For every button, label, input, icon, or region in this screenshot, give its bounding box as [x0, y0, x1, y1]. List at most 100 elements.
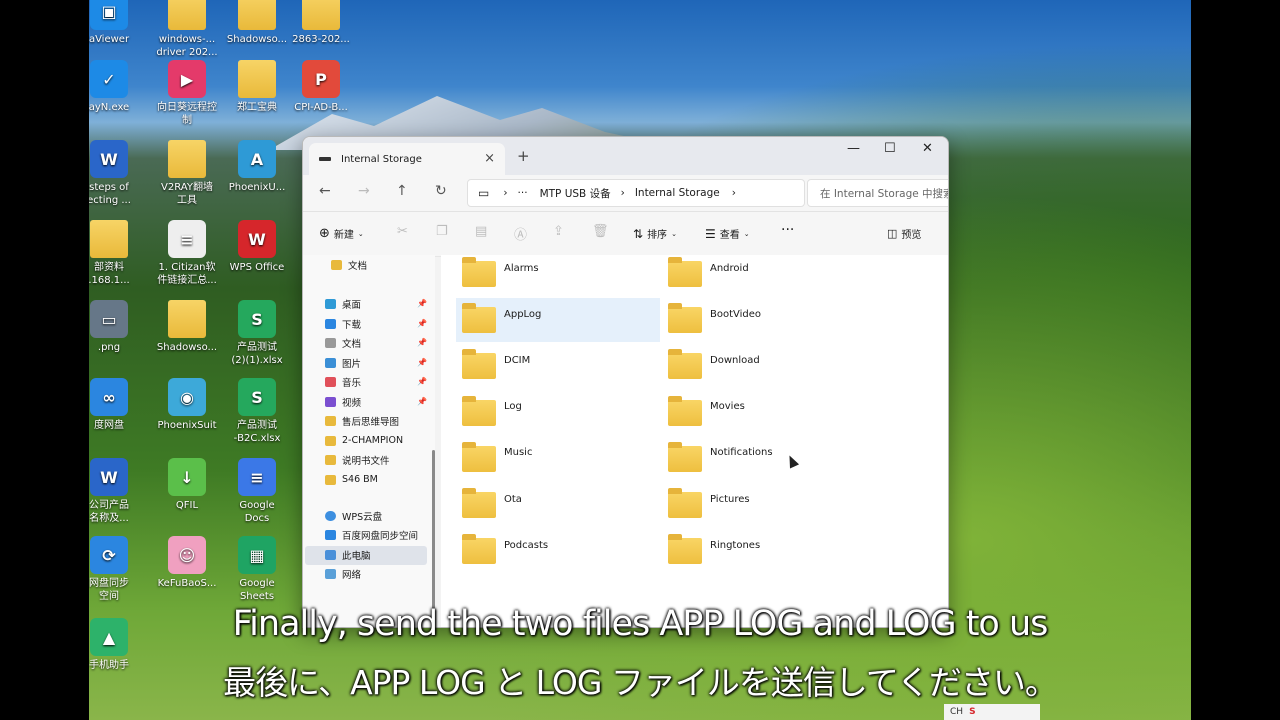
wps-tray-icon[interactable]: S [969, 707, 975, 717]
back-button[interactable]: ← [319, 183, 331, 199]
folder-item[interactable]: Notifications [662, 437, 866, 481]
tab-close-icon[interactable]: × [484, 151, 495, 166]
address-bar[interactable]: ▭ › ··· MTP USB 设备 › Internal Storage › [467, 179, 805, 207]
folder-name: Alarms [504, 262, 539, 274]
desktop-icon[interactable]: S 产品测试 (2)(1).xlsx [219, 300, 295, 367]
desktop-icon[interactable]: ▣ aViewer [89, 0, 147, 46]
sidebar-item-quick[interactable]: 桌面 [325, 295, 361, 313]
forward-button[interactable]: → [358, 183, 370, 199]
sidebar-item-folder[interactable]: 售后思维导图 [325, 412, 399, 430]
maximize-button[interactable]: ☐ [884, 141, 896, 156]
view-button[interactable]: ☰ 查看 ⌄ [705, 226, 750, 242]
folder-item[interactable]: Podcasts [456, 529, 660, 573]
folder-item[interactable]: BootVideo [662, 298, 866, 342]
desktop-icon[interactable]: Wsteps of ecting ... [89, 140, 147, 207]
desktop-icon[interactable]: W WPS Office [219, 220, 295, 274]
desktop-icon[interactable]: ▦ Google Sheets [219, 536, 295, 603]
desktop-icon[interactable]: Shadowso... [149, 300, 225, 354]
breadcrumb-mtp[interactable]: MTP USB 设备 [540, 186, 611, 201]
folder-item[interactable]: Ringtones [662, 529, 866, 573]
folder-item[interactable]: Alarms [456, 252, 660, 296]
folder-item[interactable]: DCIM [456, 344, 660, 388]
search-input[interactable]: 在 Internal Storage 中搜索 [807, 179, 948, 207]
desktop-icon[interactable]: ✓ ayN.exe [89, 60, 147, 114]
new-button[interactable]: ⊕ 新建 ⌄ [319, 226, 364, 241]
folder-icon [168, 0, 206, 30]
desktop-icon[interactable]: P CPI-AD-B... [283, 60, 359, 114]
desktop-icon[interactable]: ↓ QFIL [149, 458, 225, 512]
app-icon: P [302, 60, 340, 98]
close-button[interactable]: ✕ [922, 141, 933, 156]
sidebar-item-folder[interactable]: S46 BM [325, 471, 378, 489]
app-icon: ∞ [90, 378, 128, 416]
sort-button[interactable]: ⇅ 排序 ⌄ [633, 226, 677, 242]
sidebar-item-folder[interactable]: 2-CHAMPION [325, 432, 403, 450]
sidebar-item-this-pc[interactable]: 此电脑 [325, 546, 371, 564]
sidebar-item-quick[interactable]: 视频 [325, 393, 361, 411]
desktop-icon[interactable]: 2863-202... [283, 0, 359, 46]
desktop-icon[interactable]: 部资料 .168.1... [89, 220, 147, 287]
new-tab-button[interactable]: + [517, 147, 530, 165]
desktop-icon-label: 网盘同步 空间 [89, 578, 129, 602]
folder-name: Download [710, 354, 760, 366]
breadcrumb-more[interactable]: ··· [518, 187, 528, 199]
sidebar-scrollbar[interactable] [432, 450, 435, 620]
rename-icon[interactable]: Ⓐ [514, 224, 527, 243]
subtitle-japanese: 最後に、APP LOG と LOG ファイルを送信してください。 [223, 663, 1058, 702]
desktop-icon[interactable]: ∞ 度网盘 [89, 378, 147, 432]
desktop-icon-label: PhoenixU... [228, 182, 286, 193]
sidebar-item-baidu-sync[interactable]: 百度网盘同步空间 [325, 526, 418, 544]
folder-icon [462, 534, 496, 565]
folder-item[interactable]: Movies [662, 391, 866, 435]
desktop-icon[interactable]: V2RAY翻墙 工具 [149, 140, 225, 207]
desktop-icon[interactable]: W 公司产品 名称及... [89, 458, 147, 525]
desktop-icon[interactable]: windows-... driver 202... [149, 0, 225, 59]
breadcrumb-internal-storage[interactable]: Internal Storage [635, 187, 720, 199]
sidebar-item-network[interactable]: 网络 [325, 565, 361, 583]
desktop-icon[interactable]: S 产品测试 -B2C.xlsx [219, 378, 295, 445]
desktop-icon[interactable]: ◉ PhoenixSuit [149, 378, 225, 432]
desktop-icon[interactable]: ⟳ 网盘同步 空间 [89, 536, 147, 603]
desktop-icon-label: 公司产品 名称及... [89, 500, 129, 524]
desktop-icon[interactable]: ▭ .png [89, 300, 147, 354]
folder-item[interactable]: Ota [456, 483, 660, 527]
desktop-icon[interactable]: ≡ Google Docs [219, 458, 295, 525]
desktop-icon[interactable]: ☺ KeFuBaoS... [149, 536, 225, 590]
ime-indicator[interactable]: CH [950, 707, 963, 717]
up-button[interactable]: ↑ [396, 183, 408, 199]
pictures-icon [325, 357, 336, 368]
preview-button[interactable]: ◫ 预览 [887, 226, 921, 241]
breadcrumb-sep-icon: › [731, 187, 736, 199]
minimize-button[interactable]: — [847, 141, 860, 156]
sidebar-item-label: 说明书文件 [342, 456, 390, 467]
folder-item[interactable]: Music [456, 437, 660, 481]
folder-item[interactable]: Pictures [662, 483, 866, 527]
folder-item[interactable]: Android [662, 252, 866, 296]
desktop-icon[interactable]: ▶ 向日葵远程控 制 [149, 60, 225, 127]
cut-icon[interactable]: ✂ [397, 224, 408, 239]
refresh-button[interactable]: ↻ [435, 183, 447, 199]
sidebar-item-quick[interactable]: 文档 [325, 334, 361, 352]
folder-item[interactable]: AppLog [456, 298, 660, 343]
sidebar-item-folder[interactable]: 说明书文件 [325, 451, 390, 469]
file-explorer-window: Internal Storage × + — ☐ ✕ ← → ↑ ↻ ▭ › ·… [302, 136, 949, 628]
sort-icon: ⇅ [633, 226, 644, 241]
share-icon[interactable]: ⇪ [553, 224, 564, 239]
sidebar-item-wps-cloud[interactable]: WPS云盘 [325, 507, 382, 525]
desktop-icon[interactable]: A PhoenixU... [219, 140, 295, 194]
sidebar-item-quick[interactable]: 音乐 [325, 373, 361, 391]
folder-item[interactable]: Log [456, 391, 660, 435]
more-options-button[interactable]: ··· [781, 222, 794, 238]
copy-icon[interactable]: ❐ [436, 224, 448, 239]
sidebar-item-documents-top[interactable]: 文档 [331, 256, 367, 274]
paste-icon[interactable]: ▤ [475, 224, 487, 239]
desktop-icon[interactable]: ≡ 1. Citizan软 件链接汇总... [149, 220, 225, 287]
folder-item[interactable]: Download [662, 344, 866, 388]
tab-internal-storage[interactable]: Internal Storage × [309, 143, 505, 175]
desktop-icon-label: Google Sheets [239, 578, 275, 602]
delete-icon[interactable]: 🗑 [592, 224, 609, 239]
sidebar-item-quick[interactable]: 图片 [325, 354, 361, 372]
new-label: 新建 [333, 230, 354, 241]
desktop-icon-label: 部资料 .168.1... [89, 262, 130, 286]
sidebar-item-quick[interactable]: 下载 [325, 315, 361, 333]
